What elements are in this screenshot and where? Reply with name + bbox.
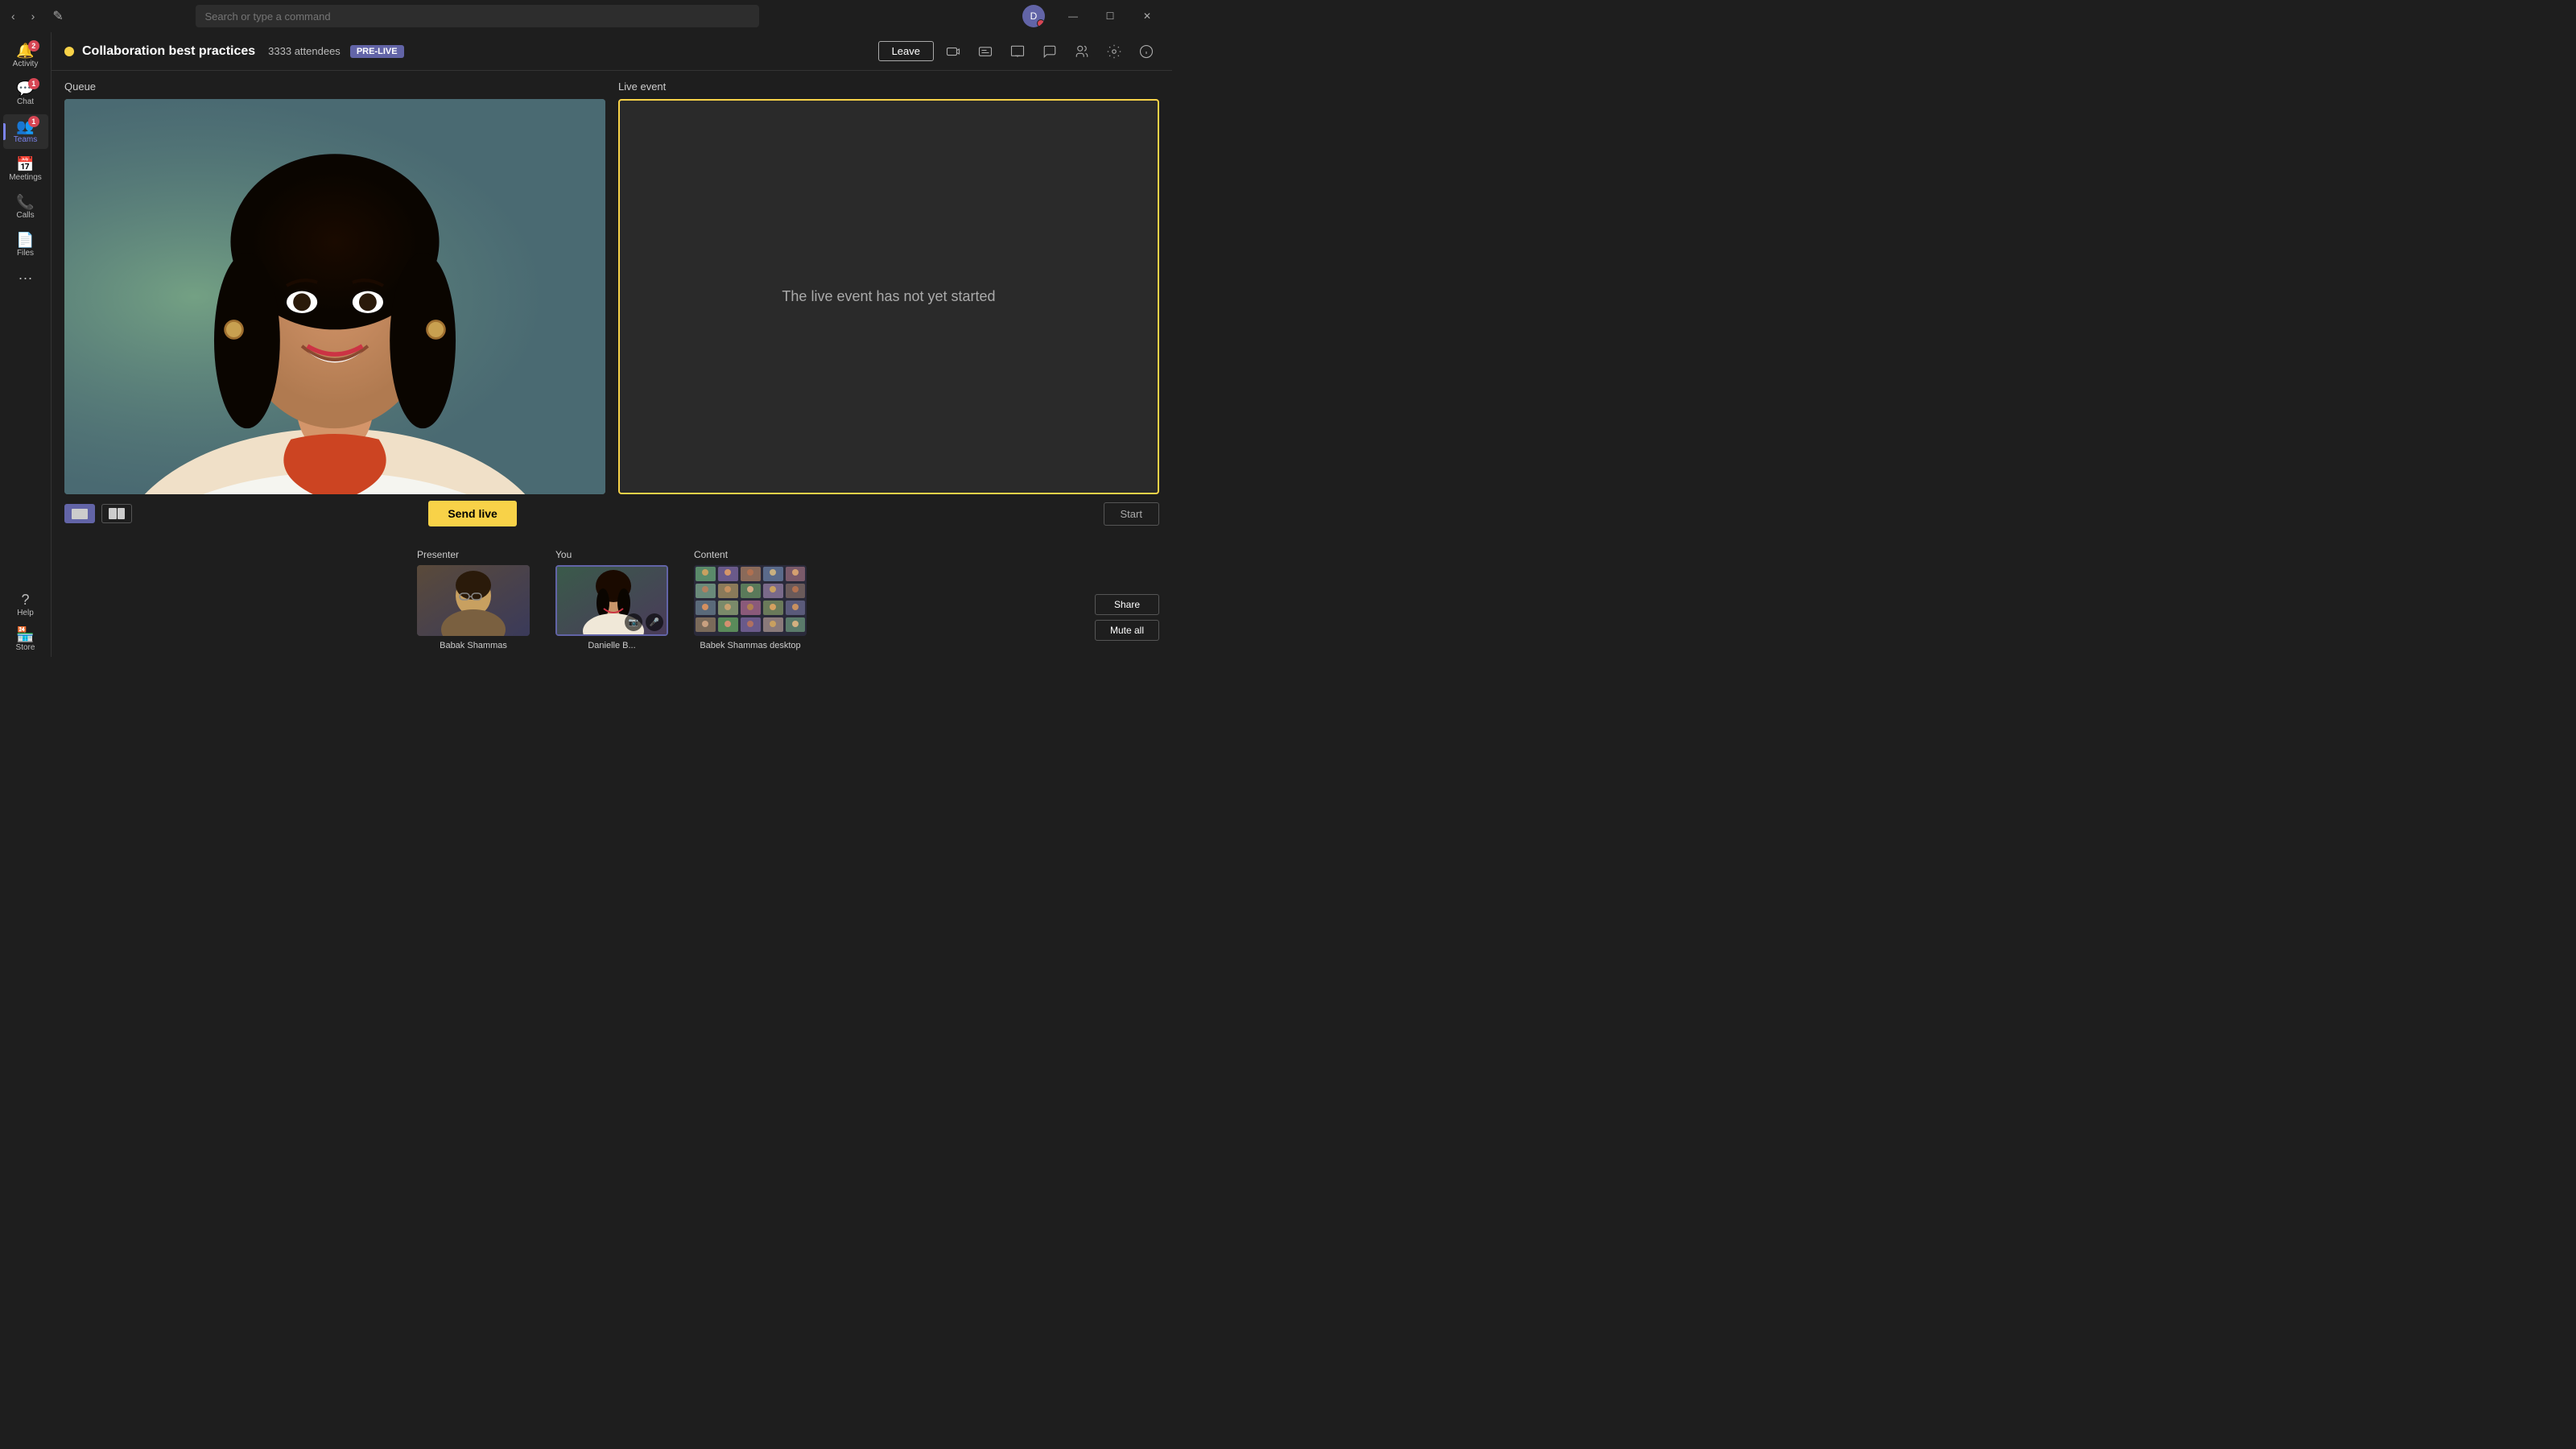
- sidebar-item-calls[interactable]: 📞 Calls: [3, 190, 48, 225]
- content-group: Content: [694, 549, 807, 650]
- attendees-count: 3333 attendees: [268, 45, 341, 57]
- participants-actions: Share Mute all: [1095, 594, 1159, 641]
- pre-live-badge: PRE-LIVE: [350, 45, 404, 58]
- live-panel: Live event The live event has not yet st…: [618, 80, 1159, 494]
- sidebar-item-meetings[interactable]: 📅 Meetings: [3, 152, 48, 187]
- event-header: Collaboration best practices 3333 attend…: [52, 32, 1172, 71]
- activity-badge: 2: [28, 40, 39, 52]
- search-bar[interactable]: [196, 5, 759, 27]
- calls-icon: 📞: [16, 195, 34, 209]
- chat-icon-button[interactable]: [1037, 39, 1063, 64]
- stage-top: Queue: [64, 80, 1159, 494]
- you-label: You: [555, 549, 572, 560]
- teams-icon: 👥 1: [16, 119, 34, 134]
- settings-icon-button[interactable]: [1101, 39, 1127, 64]
- presenter-thumb[interactable]: [417, 565, 530, 636]
- event-title: Collaboration best practices: [82, 44, 255, 59]
- sidebar-label-calls: Calls: [16, 211, 34, 220]
- presenter-label: Presenter: [417, 549, 459, 560]
- search-input[interactable]: [205, 10, 749, 23]
- sidebar-label-store: Store: [16, 643, 35, 652]
- maximize-button[interactable]: ☐: [1092, 3, 1129, 29]
- sidebar-label-teams: Teams: [14, 135, 37, 144]
- info-icon-button[interactable]: [1133, 39, 1159, 64]
- stage-area: Queue: [52, 71, 1172, 543]
- controls-bar: Send live Start: [64, 494, 1159, 533]
- you-name: Danielle B...: [588, 641, 635, 650]
- participants-bar: Presenter: [52, 543, 1172, 657]
- queue-panel: Queue: [64, 80, 605, 494]
- split-cell-right: [118, 508, 126, 519]
- content-name: Babek Shammas desktop: [700, 641, 800, 650]
- layout-single-icon: [72, 508, 88, 519]
- send-live-button[interactable]: Send live: [428, 501, 516, 526]
- content-label: Content: [694, 549, 728, 560]
- header-right: Leave: [878, 39, 1159, 64]
- layout-single-button[interactable]: [64, 504, 95, 523]
- sidebar-item-activity[interactable]: 🔔 2 Activity: [3, 39, 48, 73]
- help-icon: ?: [21, 592, 29, 607]
- more-icon: ···: [19, 270, 33, 285]
- sidebar-label-chat: Chat: [17, 97, 34, 106]
- sidebar-bottom: ? Help 🏪 Store: [3, 588, 48, 657]
- files-icon: 📄: [16, 233, 34, 247]
- compose-button[interactable]: ✎: [52, 8, 63, 24]
- app-body: 🔔 2 Activity 💬 1 Chat 👥 1 Teams 📅 Meetin…: [0, 32, 1172, 657]
- share-button[interactable]: Share: [1095, 594, 1159, 615]
- event-status-indicator: [64, 47, 74, 56]
- sidebar-item-more[interactable]: ···: [3, 266, 48, 290]
- queue-video-inner: [64, 99, 605, 494]
- you-controls: 📷 🎤: [625, 613, 663, 631]
- video-toggle-button[interactable]: 📷: [625, 613, 642, 631]
- presenter-name: Babak Shammas: [440, 641, 507, 650]
- sidebar-label-help: Help: [17, 609, 34, 617]
- close-button[interactable]: ✕: [1129, 3, 1166, 29]
- avatar[interactable]: D: [1022, 5, 1045, 27]
- layout-split-icon: [109, 508, 125, 519]
- sidebar-label-meetings: Meetings: [9, 173, 42, 182]
- leave-button[interactable]: Leave: [878, 41, 934, 61]
- mute-all-button[interactable]: Mute all: [1095, 620, 1159, 641]
- presenter-group: Presenter: [417, 549, 530, 650]
- store-icon: 🏪: [16, 627, 34, 642]
- live-event-label: Live event: [618, 80, 1159, 93]
- queue-video: [64, 99, 605, 494]
- sidebar-item-teams[interactable]: 👥 1 Teams: [3, 114, 48, 149]
- sidebar-item-chat[interactable]: 💬 1 Chat: [3, 76, 48, 111]
- mic-toggle-button[interactable]: 🎤: [646, 613, 663, 631]
- captions-icon-button[interactable]: [972, 39, 998, 64]
- layout-split-button[interactable]: [101, 504, 132, 523]
- title-bar: ‹ › ✎ D — ☐ ✕: [0, 0, 1172, 32]
- teams-badge: 1: [28, 116, 39, 127]
- queue-label: Queue: [64, 80, 605, 93]
- sidebar-item-store[interactable]: 🏪 Store: [3, 622, 48, 657]
- nav-controls: ‹ › ✎: [6, 6, 64, 26]
- live-video: The live event has not yet started: [618, 99, 1159, 494]
- sidebar-item-files[interactable]: 📄 Files: [3, 228, 48, 262]
- chat-icon: 💬 1: [16, 81, 34, 96]
- live-placeholder-text: The live event has not yet started: [782, 288, 995, 305]
- sidebar-label-files: Files: [17, 249, 34, 258]
- meetings-icon: 📅: [16, 157, 34, 171]
- chat-badge: 1: [28, 78, 39, 89]
- split-cell-left: [109, 508, 117, 519]
- camera-icon-button[interactable]: [940, 39, 966, 64]
- participants-icon-button[interactable]: [1069, 39, 1095, 64]
- you-thumb[interactable]: 📷 🎤: [555, 565, 668, 636]
- content-thumb[interactable]: [694, 565, 807, 636]
- sidebar-label-activity: Activity: [13, 60, 39, 68]
- sidebar: 🔔 2 Activity 💬 1 Chat 👥 1 Teams 📅 Meetin…: [0, 32, 52, 657]
- forward-button[interactable]: ›: [27, 6, 40, 26]
- whiteboard-icon-button[interactable]: [1005, 39, 1030, 64]
- main-content: Collaboration best practices 3333 attend…: [52, 32, 1172, 657]
- window-controls: — ☐ ✕: [1055, 3, 1166, 29]
- sidebar-item-help[interactable]: ? Help: [3, 588, 48, 622]
- minimize-button[interactable]: —: [1055, 3, 1092, 29]
- you-group: You: [555, 549, 668, 650]
- activity-icon: 🔔 2: [16, 43, 34, 58]
- title-bar-right: D — ☐ ✕: [1022, 3, 1166, 29]
- start-button[interactable]: Start: [1104, 502, 1159, 526]
- back-button[interactable]: ‹: [6, 6, 20, 26]
